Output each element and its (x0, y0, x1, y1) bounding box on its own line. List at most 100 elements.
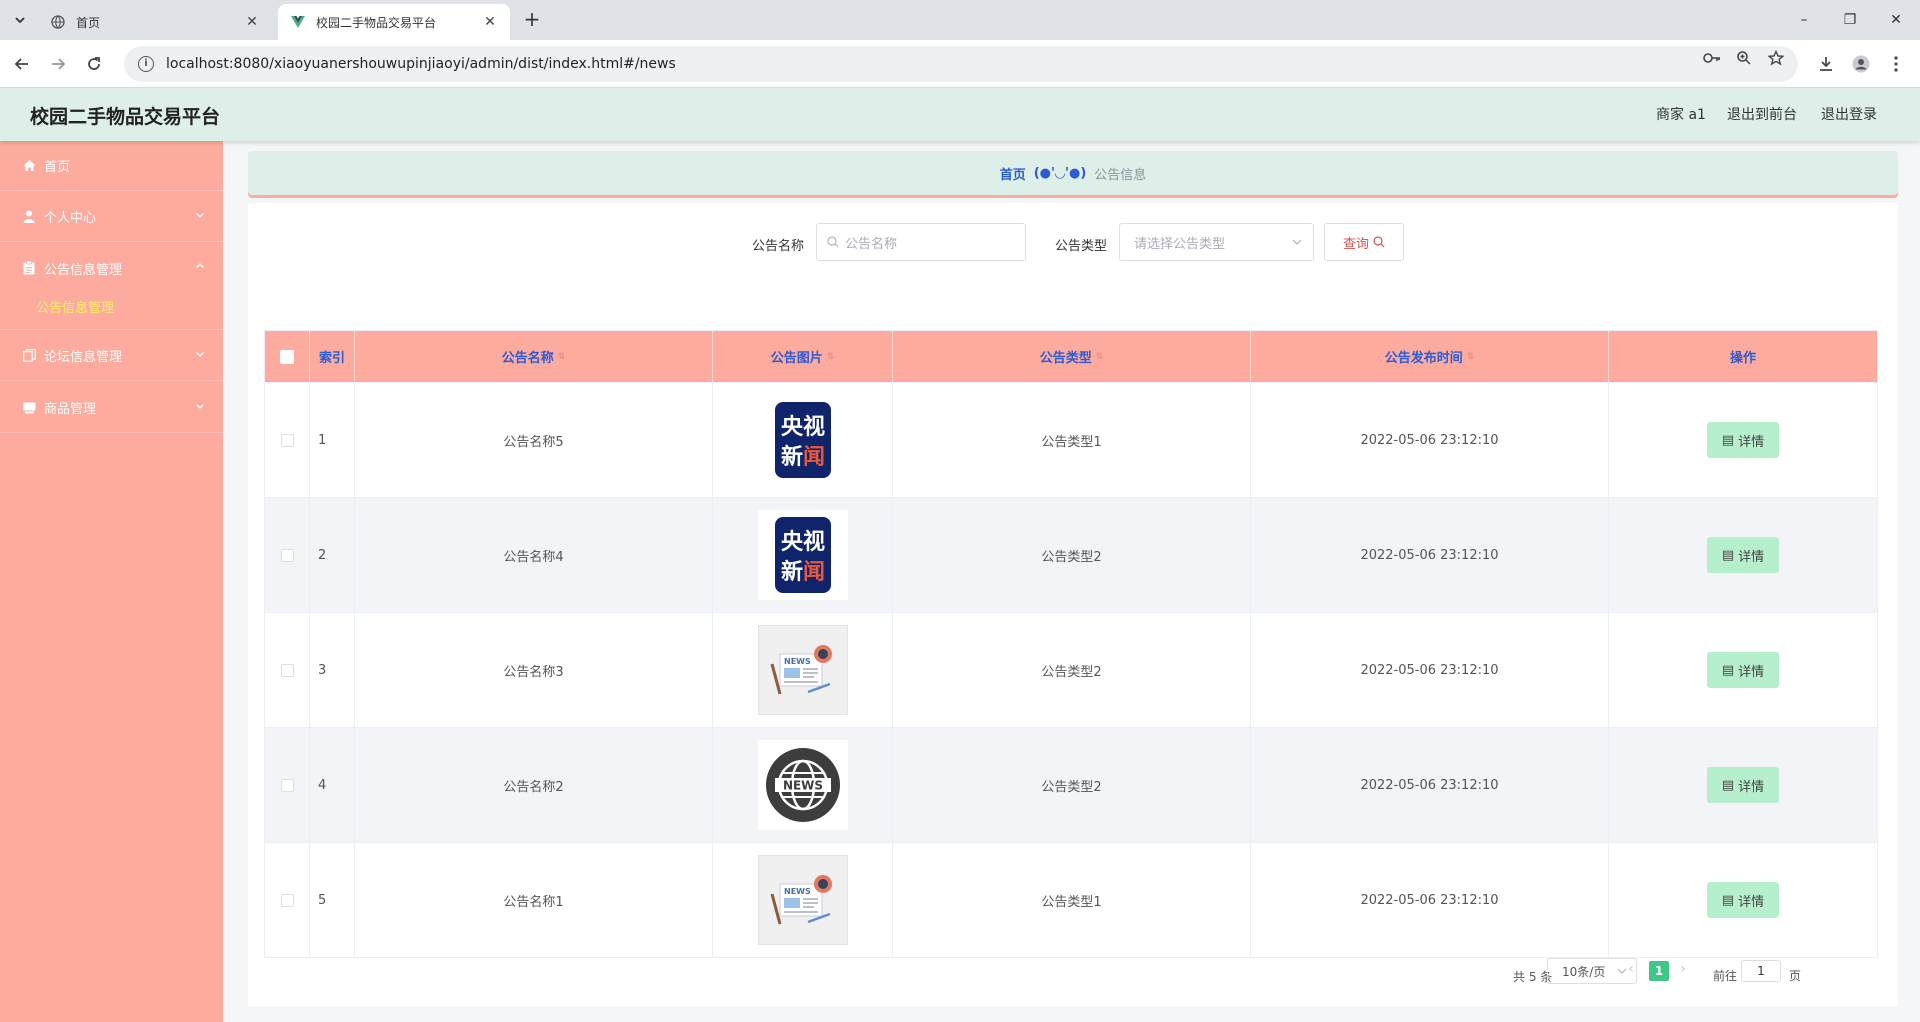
column-header-name[interactable]: 公告名称 ⇅ (355, 331, 713, 382)
sidebar-item-personal-center[interactable]: 个人中心 (0, 192, 223, 242)
row-select-cell (265, 843, 310, 957)
svg-text:新闻: 新闻 (780, 444, 824, 470)
detail-button[interactable]: ▤ 详情 (1707, 537, 1779, 573)
chevron-down-icon (196, 404, 204, 409)
select-all-checkbox[interactable] (280, 349, 294, 364)
svg-text:NEWS: NEWS (784, 657, 811, 666)
action-cell: ▤ 详情 (1609, 613, 1877, 727)
back-to-front-link[interactable]: 退出到前台 (1727, 104, 1797, 124)
row-checkbox[interactable] (280, 778, 294, 792)
row-checkbox[interactable] (280, 433, 294, 447)
prev-page-button[interactable]: ‹ (1623, 961, 1639, 981)
sort-icon[interactable]: ⇅ (1467, 352, 1475, 362)
breadcrumb-current: 公告信息 (1094, 167, 1147, 183)
column-header-type[interactable]: 公告类型 ⇅ (893, 331, 1251, 382)
type-cell: 公告类型2 (893, 728, 1251, 842)
user-icon (22, 210, 36, 224)
box-icon (22, 401, 36, 415)
svg-text:NEWS: NEWS (782, 779, 822, 793)
type-filter-label: 公告类型 (1055, 239, 1108, 254)
minimize-icon[interactable]: – (1784, 6, 1824, 34)
profile-icon[interactable] (1849, 52, 1873, 76)
detail-button[interactable]: ▤ 详情 (1707, 767, 1779, 803)
row-checkbox[interactable] (280, 893, 294, 907)
window-close-icon[interactable]: ✕ (1876, 6, 1916, 34)
breadcrumb-separator: (●'◡'●) (1033, 165, 1087, 181)
svg-text:央视: 央视 (780, 414, 824, 440)
vue-logo-icon (290, 14, 306, 30)
current-user: 商家 a1 (1656, 107, 1706, 123)
cctv-news-image[interactable]: 央视 新闻 (757, 510, 848, 600)
document-icon: ▤ (1721, 432, 1735, 448)
app-header: 校园二手物品交易平台 商家 a1 退出到前台 退出登录 (0, 88, 1920, 141)
page-number-active[interactable]: 1 (1649, 961, 1669, 981)
row-checkbox[interactable] (280, 663, 294, 677)
detail-button[interactable]: ▤ 详情 (1707, 882, 1779, 918)
action-cell: ▤ 详情 (1609, 843, 1877, 957)
zoom-icon[interactable] (1734, 50, 1754, 66)
next-page-button[interactable]: › (1675, 961, 1691, 981)
address-bar[interactable]: i localhost:8080/xiaoyuanershouwupinjiao… (124, 46, 1798, 82)
key-icon[interactable] (1702, 50, 1722, 66)
globe-news-image[interactable]: NEWS (757, 740, 848, 830)
site-info-icon[interactable]: i (138, 56, 154, 72)
close-icon[interactable]: ✕ (482, 14, 498, 30)
column-header-image[interactable]: 公告图片 ⇅ (713, 331, 893, 382)
type-select[interactable]: 请选择公告类型 (1119, 223, 1314, 261)
forward-icon[interactable] (46, 52, 70, 76)
table-row: 5 公告名称1 NEWS 公告类型1 2022-05-06 23:12:10 ▤… (265, 842, 1877, 957)
sort-icon[interactable]: ⇅ (558, 352, 566, 362)
sidebar-item-label: 商品管理 (44, 402, 97, 417)
sidebar-item-forum-management[interactable]: 论坛信息管理 (0, 331, 223, 381)
download-icon[interactable] (1814, 52, 1838, 76)
close-icon[interactable]: ✕ (244, 14, 260, 30)
time-cell: 2022-05-06 23:12:10 (1251, 498, 1609, 612)
reload-icon[interactable] (82, 52, 106, 76)
chevron-down-icon (1292, 239, 1302, 245)
table-row: 4 公告名称2 NEWS 公告类型2 2022-05-06 23:12:10 ▤… (265, 727, 1877, 842)
detail-button[interactable]: ▤ 详情 (1707, 422, 1779, 458)
name-filter-label: 公告名称 (752, 239, 805, 254)
row-select-cell (265, 613, 310, 727)
tab-search-button[interactable] (8, 8, 32, 32)
column-header-time[interactable]: 公告发布时间 ⇅ (1251, 331, 1609, 382)
back-icon[interactable] (10, 52, 34, 76)
bookmark-star-icon[interactable] (1766, 50, 1786, 66)
sidebar-subitem-notice-management[interactable]: 公告信息管理 (0, 284, 223, 330)
app-title: 校园二手物品交易平台 (30, 106, 221, 128)
sidebar-item-goods-management[interactable]: 商品管理 (0, 383, 223, 433)
query-button[interactable]: 查询 (1324, 223, 1404, 261)
image-cell: NEWS (713, 728, 893, 842)
logout-link[interactable]: 退出登录 (1821, 104, 1877, 124)
breadcrumb: 首页 (●'◡'●) 公告信息 (248, 151, 1898, 195)
cctv-news-image[interactable]: 央视 新闻 (758, 395, 848, 485)
document-icon: ▤ (1721, 892, 1735, 908)
sidebar-item-home[interactable]: 首页 (0, 141, 223, 191)
goto-page-input[interactable]: 1 (1741, 960, 1781, 982)
column-header-actions: 操作 (1609, 331, 1877, 382)
url-text: localhost:8080/xiaoyuanershouwupinjiaoyi… (166, 56, 676, 72)
browser-tab-home[interactable]: 首页 ✕ (38, 4, 272, 40)
newspaper-image[interactable]: NEWS (757, 625, 848, 715)
time-cell: 2022-05-06 23:12:10 (1251, 728, 1609, 842)
index-cell: 2 (310, 498, 355, 612)
search-placeholder: 公告名称 (845, 236, 898, 252)
newspaper-image[interactable]: NEWS (757, 855, 848, 945)
breadcrumb-home[interactable]: 首页 (1000, 164, 1026, 183)
copy-icon (22, 349, 36, 363)
row-select-cell (265, 498, 310, 612)
action-cell: ▤ 详情 (1609, 498, 1877, 612)
name-search-input[interactable]: 公告名称 (816, 223, 1026, 261)
sort-icon[interactable]: ⇅ (1096, 352, 1104, 362)
browser-tab-platform[interactable]: 校园二手物品交易平台 ✕ (278, 4, 510, 40)
sort-icon[interactable]: ⇅ (827, 352, 835, 362)
svg-text:央视: 央视 (780, 529, 824, 555)
type-cell: 公告类型2 (893, 498, 1251, 612)
row-checkbox[interactable] (280, 548, 294, 562)
detail-label: 详情 (1738, 894, 1765, 910)
detail-button[interactable]: ▤ 详情 (1707, 652, 1779, 688)
new-tab-button[interactable]: + (520, 8, 544, 32)
more-vert-icon[interactable] (1884, 52, 1908, 76)
time-cell: 2022-05-06 23:12:10 (1251, 843, 1609, 957)
restore-icon[interactable]: ❐ (1830, 6, 1870, 34)
